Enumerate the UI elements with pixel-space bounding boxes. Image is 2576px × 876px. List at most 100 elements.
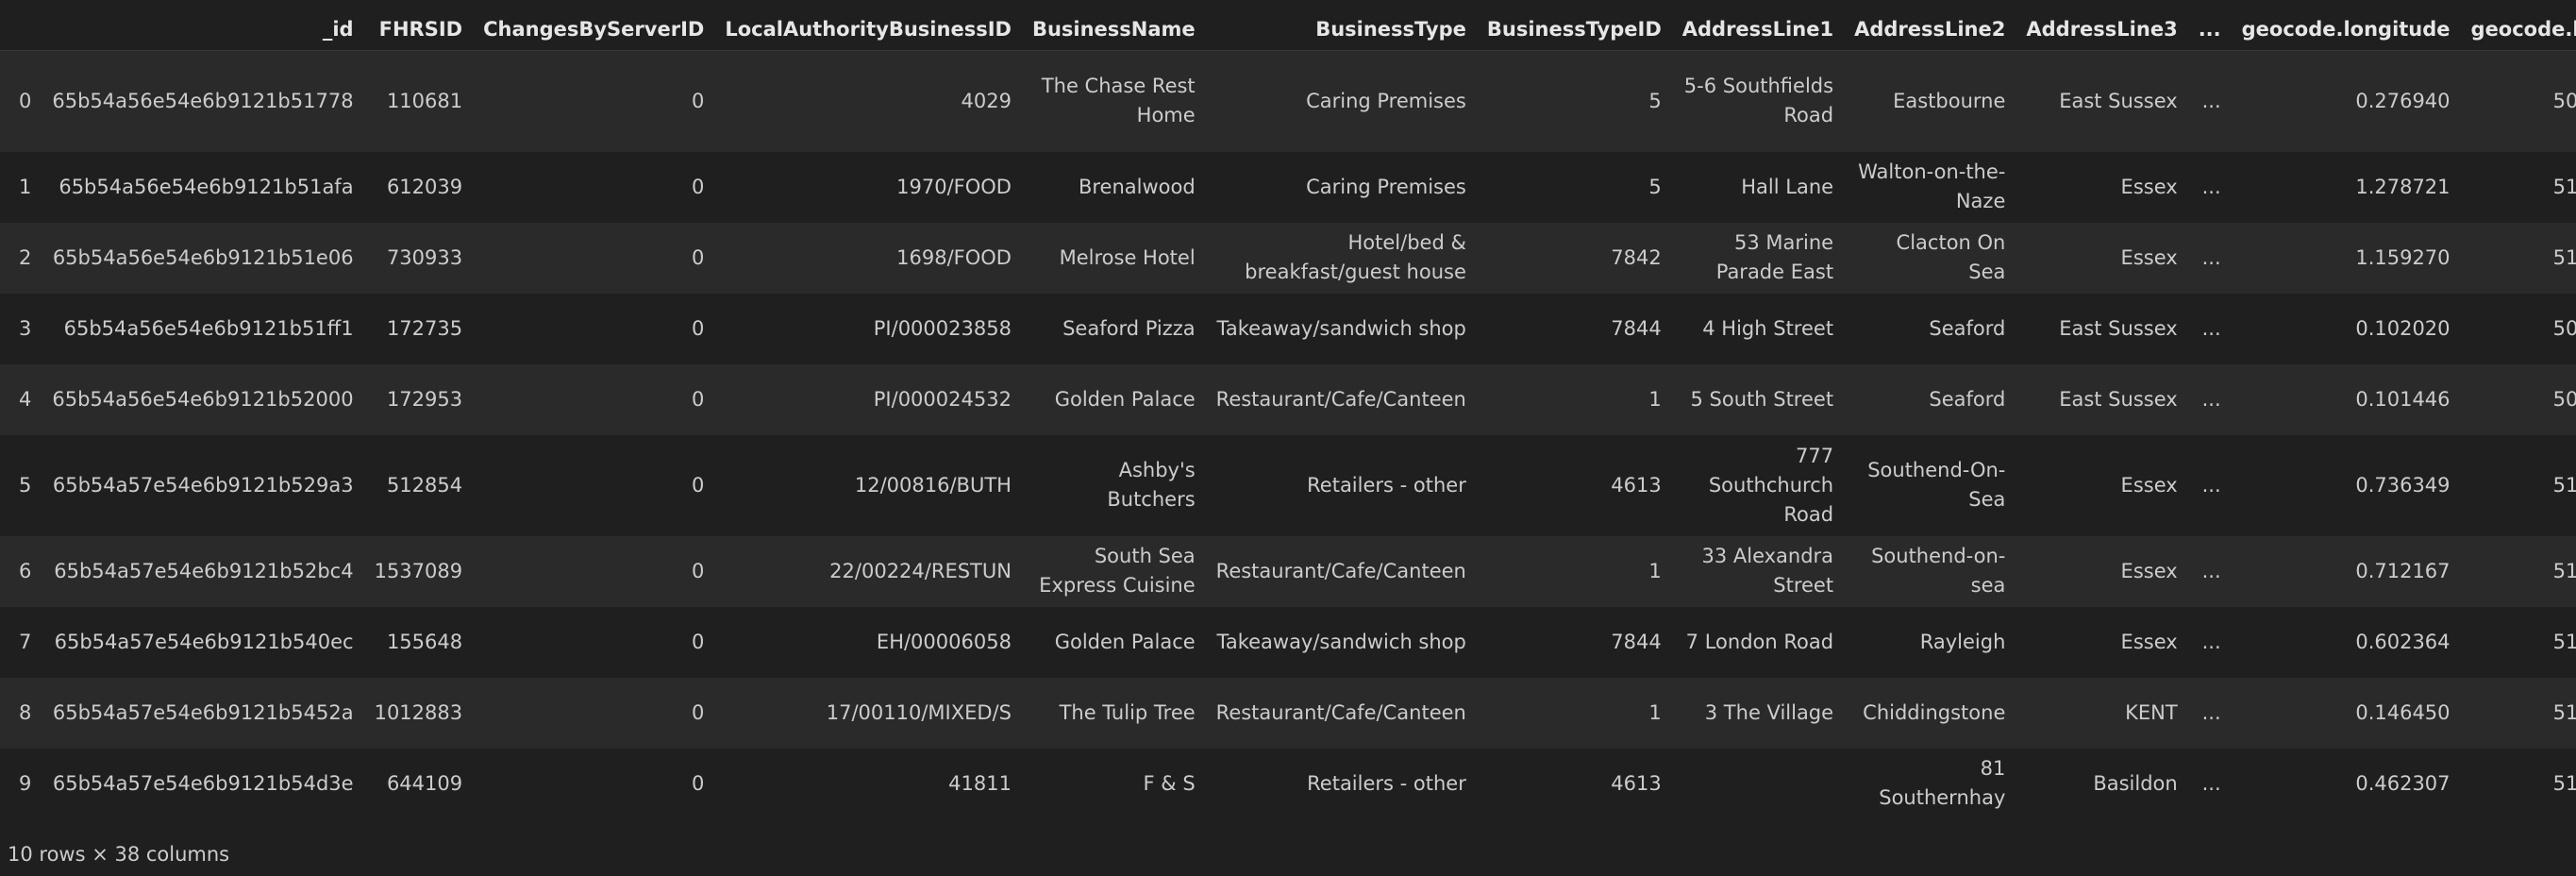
table-cell: Golden Palace [1054, 630, 1196, 653]
column-header: BusinessTypeID [1476, 8, 1672, 51]
table-cell: 7842 [1611, 245, 1662, 269]
table-cell: Takeaway/sandwich shop [1216, 630, 1466, 653]
table-cell: 65b54a56e54e6b9121b51e06 [52, 245, 354, 269]
table-cell: 4 High Street [1702, 316, 1834, 340]
table-cell: 4029 [961, 89, 1012, 112]
table-cell: Seaford [1929, 387, 2006, 411]
table-cell: 50.770724 [2552, 387, 2576, 411]
table-cell: 4613 [1611, 771, 1662, 795]
table-cell: Retailers - other [1307, 473, 1466, 497]
table-cell: 0 [691, 700, 705, 724]
table-cell: 12/00816/BUTH [854, 473, 1012, 497]
table-cell: Eastbourne [1893, 89, 2006, 112]
table-cell: 7844 [1611, 316, 1662, 340]
table-cell: 172953 [386, 387, 463, 411]
table-cell: 1698/FOOD [896, 245, 1012, 269]
table-cell: 0.102020 [2355, 316, 2451, 340]
table-cell: ... [2201, 700, 2221, 724]
table-cell: East Sussex [2059, 387, 2178, 411]
table-cell: ... [2201, 175, 2221, 198]
table-cell: 512854 [386, 473, 463, 497]
row-index: 0 [19, 89, 32, 112]
column-header: AddressLine3 [2016, 8, 2188, 51]
table-cell: ... [2201, 245, 2221, 269]
table-cell: 51.185947 [2552, 700, 2576, 724]
table-cell: 0 [691, 387, 705, 411]
table-row: 0 65b54a56e54e6b9121b51778 110681 0 4029 The … [0, 50, 2576, 152]
table-row: 1 65b54a56e54e6b9121b51afa 612039 0 1970/FOO… [0, 151, 2576, 223]
table-cell: 5 [1648, 175, 1662, 198]
table-cell: 1.278721 [2355, 175, 2451, 198]
table-cell: 1 [1648, 559, 1662, 582]
table-cell: Seaford Pizza [1062, 316, 1196, 340]
table-cell: 110681 [386, 89, 463, 112]
index-header [0, 8, 42, 51]
table-cell: Essex [2120, 630, 2178, 653]
table-cell: Seaford [1929, 316, 2006, 340]
table-cell: Restaurant/Cafe/Canteen [1215, 700, 1466, 724]
table-cell: 0 [691, 473, 705, 497]
table-cell: 0.276940 [2355, 89, 2451, 112]
table-cell: South Sea Express Cuisine [1039, 545, 1196, 597]
table-cell: 0 [691, 316, 705, 340]
table-cell: Essex [2120, 559, 2178, 582]
table-row: 5 65b54a57e54e6b9121b529a3 512854 0 12/00816… [0, 434, 2576, 536]
column-header: _id [42, 8, 364, 51]
table-cell: 644109 [386, 771, 463, 795]
table-cell: ... [2201, 559, 2221, 582]
table-cell: 0 [691, 559, 705, 582]
row-index: 7 [19, 630, 32, 653]
table-cell: 3 The Village [1704, 700, 1834, 724]
table-cell: PI/000023858 [873, 316, 1012, 340]
table-cell: Southend-on-sea [1871, 545, 2006, 597]
table-cell: 5-6 Southfields Road [1683, 75, 1834, 127]
table-row: 2 65b54a56e54e6b9121b51e06 730933 0 1698/FOO… [0, 222, 2576, 294]
table-cell: Melrose Hotel [1059, 245, 1196, 269]
table-cell: 155648 [386, 630, 463, 653]
table-cell: 172735 [386, 316, 463, 340]
table-cell: 0 [691, 630, 705, 653]
table-cell: ... [2201, 630, 2221, 653]
table-cell: 5 [1648, 89, 1662, 112]
table-cell: 0 [691, 175, 705, 198]
table-cell: 7844 [1611, 630, 1662, 653]
table-cell: 1 [1648, 700, 1662, 724]
table-cell: 51.857536 [2552, 175, 2576, 198]
table-cell: East Sussex [2059, 316, 2178, 340]
table-cell: ... [2201, 89, 2221, 112]
row-index: 3 [19, 316, 32, 340]
table-cell: Brenalwood [1078, 175, 1196, 198]
table-cell: Chiddingstone [1863, 700, 2006, 724]
row-index: 4 [19, 387, 32, 411]
column-header: ... [2187, 8, 2232, 51]
table-cell: 81 Southernhay [1879, 757, 2006, 809]
table-cell: 22/00224/RESTUN [829, 559, 1012, 582]
table-cell: 7 London Road [1685, 630, 1834, 653]
table-row: 7 65b54a57e54e6b9121b540ec 155648 0 EH/00006… [0, 606, 2576, 678]
table-cell: 1.159270 [2355, 245, 2451, 269]
dataframe-shape-label: 10 rows × 38 columns [8, 843, 230, 866]
table-cell: The Chase Rest Home [1041, 75, 1196, 127]
table-cell: 1012883 [374, 700, 463, 724]
column-header: AddressLine1 [1671, 8, 1845, 51]
table-cell: 0.736349 [2355, 473, 2451, 497]
row-index: 2 [19, 245, 32, 269]
column-header: AddressLine2 [1844, 8, 2016, 51]
table-cell: 0.462307 [2355, 771, 2451, 795]
dataframe-table: _id FHRSID ChangesByServerID LocalAuthority… [0, 8, 2576, 819]
table-cell: Hotel/bed & breakfast/guest house [1245, 231, 1466, 283]
table-cell: Essex [2120, 245, 2178, 269]
table-cell: ... [2201, 771, 2221, 795]
table-cell: 65b54a56e54e6b9121b51ff1 [63, 316, 354, 340]
column-header: FHRSID [363, 8, 474, 51]
table-row: 8 65b54a57e54e6b9121b5452a 1012883 0 17/0011… [0, 677, 2576, 749]
table-cell: KENT [2125, 700, 2178, 724]
table-cell: Southend-On-Sea [1867, 459, 2006, 511]
table-cell: 1537089 [374, 559, 463, 582]
column-header: geocode.latitude [2460, 8, 2576, 51]
table-cell: 777 Southchurch Road [1708, 444, 1834, 526]
column-header: ChangesByServerID [473, 8, 715, 51]
table-cell: The Tulip Tree [1059, 700, 1196, 724]
table-cell: 51.541448 [2552, 473, 2576, 497]
table-cell: 51.591515 [2552, 630, 2576, 653]
